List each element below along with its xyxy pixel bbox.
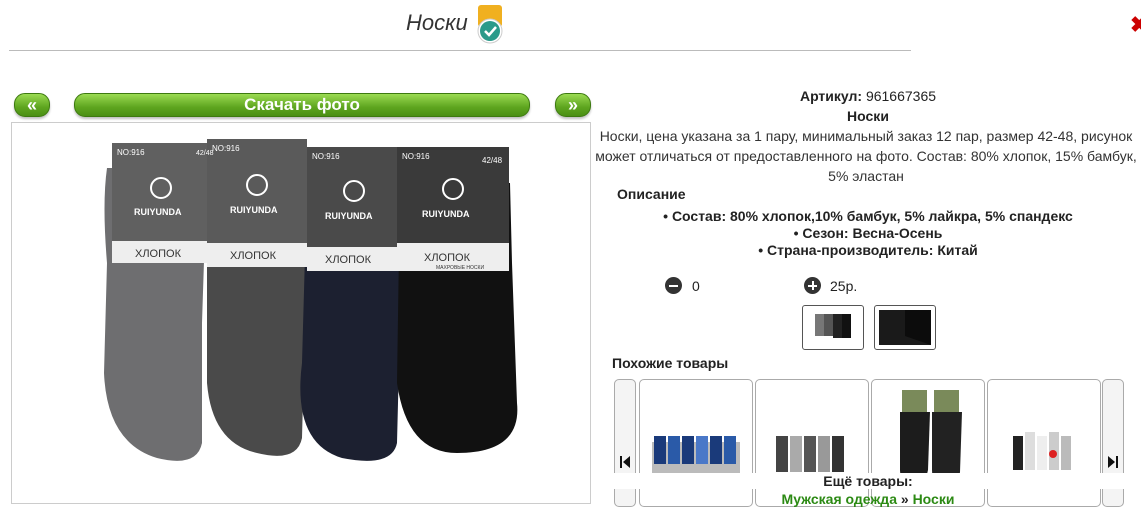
breadcrumb-separator: » [896,491,913,507]
svg-text:42/48: 42/48 [196,150,214,157]
article-label: Артикул: [799,88,863,104]
next-photo-button[interactable]: » [555,93,591,117]
article-value: 961667365 [865,88,937,104]
svg-text:42/48: 42/48 [482,156,503,165]
breadcrumb: Мужская одежда » Носки [598,491,1138,507]
category-link[interactable]: Мужская одежда [782,491,897,507]
svg-text:NO:916: NO:916 [212,144,240,153]
similar-heading: Похожие товары [612,355,729,371]
price-value: 25р. [830,278,858,294]
svg-text:NO:916: NO:916 [312,152,340,161]
product-description: Носки, цена указана за 1 пару, минимальн… [595,128,1137,184]
svg-text:ХЛОПОК: ХЛОПОК [424,252,471,264]
minus-circle-icon[interactable] [665,277,682,294]
svg-text:NO:916: NO:916 [117,148,145,157]
product-photo[interactable]: NO:916 42/48 RUIYUNDA NO:916 RUIYUNDA NO… [11,122,591,504]
svg-text:ХЛОПОК: ХЛОПОК [325,254,372,266]
close-icon[interactable]: ✖ [1130,12,1141,38]
spec-item: • Состав: 80% хлопок,10% бамбук, 5% лайк… [663,208,1073,224]
spec-item: • Страна-производитель: Китай [758,242,978,258]
svg-text:RUIYUNDA: RUIYUNDA [325,211,373,221]
svg-text:RUIYUNDA: RUIYUNDA [230,205,278,215]
subcategory-link[interactable]: Носки [913,491,955,507]
svg-text:ХЛОПОК: ХЛОПОК [230,250,277,262]
quantity-value: 0 [692,278,700,294]
product-name: Носки [847,108,889,124]
description-heading: Описание [617,186,686,202]
download-photo-button[interactable]: Скачать фото [74,93,530,117]
variant-thumbnail[interactable] [874,305,936,350]
page-title: Носки [406,10,468,35]
more-products-heading: Ещё товары: [598,473,1138,489]
article-line: Артикул: 961667365 [598,88,1138,104]
spec-item: • Сезон: Весна-Осень [793,225,943,241]
plus-circle-icon[interactable] [804,277,821,294]
check-badge-icon [476,5,504,45]
prev-photo-button[interactable]: « [14,93,50,117]
variant-thumbnail[interactable] [802,305,864,350]
svg-text:RUIYUNDA: RUIYUNDA [134,207,182,217]
svg-text:NO:916: NO:916 [402,152,430,161]
sock-label [112,143,210,263]
svg-text:ХЛОПОК: ХЛОПОК [135,248,182,260]
title-divider [9,50,911,51]
svg-text:МАХРОВЫЕ НОСКИ: МАХРОВЫЕ НОСКИ [436,265,484,271]
svg-text:RUIYUNDA: RUIYUNDA [422,209,470,219]
